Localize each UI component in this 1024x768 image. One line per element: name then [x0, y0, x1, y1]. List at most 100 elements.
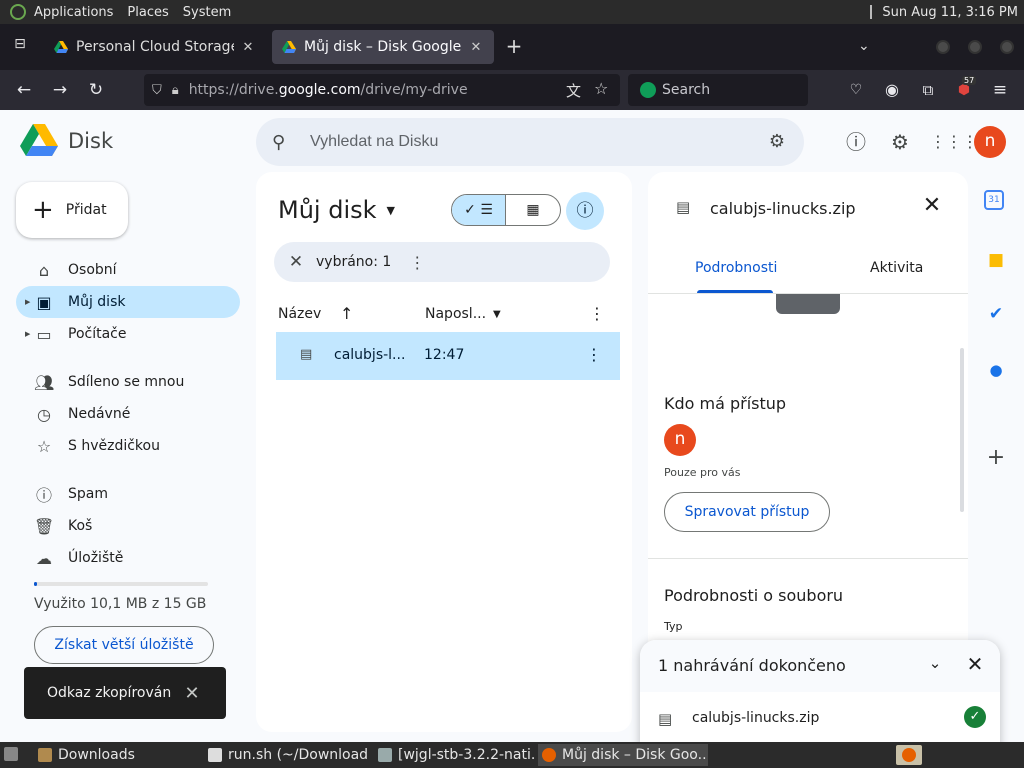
firefox-icon: [542, 748, 556, 762]
show-desktop-icon[interactable]: [4, 747, 18, 761]
sort-arrow-up-icon[interactable]: ↑: [340, 304, 353, 323]
get-more-storage-button[interactable]: Získat větší úložiště: [34, 626, 214, 664]
taskbar-item-run-sh[interactable]: run.sh (~/Download...: [204, 744, 368, 766]
details-info-button[interactable]: ⓘ: [566, 192, 604, 230]
details-file-name: calubjs-linucks.zip: [710, 199, 856, 218]
clock[interactable]: Sun Aug 11, 3:16 PM: [882, 5, 1018, 20]
keep-icon[interactable]: ■: [984, 248, 1008, 272]
tab-list-icon[interactable]: ⊟: [8, 36, 32, 58]
uploaded-file-name[interactable]: calubjs-linucks.zip: [692, 710, 819, 726]
tab-details[interactable]: Podrobnosti: [695, 260, 777, 276]
reload-icon[interactable]: ↻: [84, 78, 108, 102]
tasks-icon[interactable]: ✔: [984, 302, 1008, 326]
lock-icon[interactable]: 🔒︎: [172, 83, 179, 98]
tab-activity[interactable]: Aktivita: [870, 260, 923, 276]
drive-search-input[interactable]: [310, 133, 730, 151]
forward-arrow-icon[interactable]: →: [48, 78, 72, 102]
back-arrow-icon[interactable]: ←: [12, 78, 36, 102]
close-window-icon[interactable]: [1000, 40, 1014, 54]
drive-search-box[interactable]: ⚲ ⚙: [256, 118, 804, 166]
system-logo-icon[interactable]: [10, 4, 26, 20]
url-text[interactable]: https://drive.google.com/drive/my-drive: [189, 82, 468, 98]
expand-caret-icon[interactable]: ▶: [25, 298, 30, 306]
grid-view-button[interactable]: ▦: [506, 195, 560, 225]
add-addon-plus-icon[interactable]: +: [984, 446, 1008, 470]
taskbar-item-label: run.sh (~/Download...: [228, 747, 368, 763]
panel-scrollbar[interactable]: [960, 348, 964, 512]
bookmark-star-icon[interactable]: ☆: [594, 79, 608, 98]
sidebar-item-spam[interactable]: ⓘ Spam: [16, 478, 240, 510]
sidebar-item-recent[interactable]: ◷ Nedávné: [16, 398, 240, 430]
collapse-chevron-icon[interactable]: ⌄: [924, 654, 946, 672]
column-options-icon[interactable]: ⋮: [589, 304, 605, 323]
taskbar-item-firefox-drive[interactable]: Můj disk – Disk Goo...: [538, 744, 708, 766]
sidebar-item-starred[interactable]: ☆ S hvězdičkou: [16, 430, 240, 462]
people-icon: 👥︎: [34, 372, 55, 392]
column-modified-header[interactable]: Naposl...: [425, 306, 486, 322]
column-dropdown-caret-icon[interactable]: ▼: [493, 309, 501, 320]
logo-text: Disk: [68, 129, 114, 153]
page-title[interactable]: Můj disk ▼: [278, 196, 395, 224]
sidebar-item-label: Spam: [68, 486, 108, 502]
drive-favicon-icon: [54, 41, 68, 53]
expand-caret-icon[interactable]: ▶: [25, 330, 30, 338]
shield-icon[interactable]: ⛉: [152, 83, 162, 98]
pocket-icon[interactable]: ♡: [844, 78, 868, 102]
list-view-button[interactable]: ✓ ☰: [452, 195, 507, 225]
account-avatar[interactable]: n: [974, 126, 1006, 158]
hamburger-menu-icon[interactable]: ≡: [988, 78, 1012, 102]
search-options-icon[interactable]: ⚙: [766, 131, 788, 153]
tab-personal-cloud[interactable]: Personal Cloud Storage & Fi ✕: [44, 30, 266, 64]
text-editor-icon: [208, 748, 222, 762]
sidebar-item-home[interactable]: ⌂ Osobní: [16, 254, 240, 286]
tab-close-icon[interactable]: ✕: [240, 40, 256, 55]
maximize-window-icon[interactable]: [968, 40, 982, 54]
sidebar-item-trash[interactable]: 🗑︎ Koš: [16, 510, 240, 542]
drive-logo[interactable]: Disk: [20, 124, 113, 158]
tab-close-icon[interactable]: ✕: [468, 40, 484, 55]
settings-gear-icon[interactable]: ⚙: [888, 130, 912, 154]
column-name-header[interactable]: Název: [278, 306, 321, 322]
minimize-window-icon[interactable]: [936, 40, 950, 54]
page-title-text: Můj disk: [278, 196, 377, 224]
tabs-dropdown-chevron-icon[interactable]: ⌄: [858, 38, 870, 54]
account-icon[interactable]: ◉: [880, 78, 904, 102]
sidebar-item-shared-with-me[interactable]: 👥︎ Sdíleno se mnou: [16, 366, 240, 398]
new-tab-plus-icon[interactable]: +: [502, 36, 526, 56]
close-details-icon[interactable]: ✕: [920, 194, 944, 218]
manage-access-button[interactable]: Spravovat přístup: [664, 492, 830, 532]
sidebar-item-my-drive[interactable]: ▶ ▣ Můj disk: [16, 286, 240, 318]
tab-my-drive[interactable]: Můj disk – Disk Google ✕: [272, 30, 494, 64]
workspace-switcher[interactable]: [896, 745, 922, 765]
taskbar-item-lwjgl[interactable]: [wjgl-stb-3.2.2-nati...: [374, 744, 536, 766]
menu-applications[interactable]: Applications: [34, 5, 113, 20]
sidebar-item-computers[interactable]: ▶ ▭ Počítače: [16, 318, 240, 350]
selection-count: vybráno: 1: [316, 254, 392, 270]
extension-badge: 57: [962, 76, 977, 85]
sidebar-item-label: Koš: [68, 518, 93, 534]
new-button[interactable]: + Přidat: [16, 182, 128, 238]
address-bar[interactable]: ⛉ 🔒︎ https://drive.google.com/drive/my-d…: [144, 74, 620, 106]
upload-status-card: 1 nahrávání dokončeno ⌄ ✕ ▤ calubjs-linu…: [640, 640, 1000, 742]
spam-icon: ⓘ: [35, 486, 52, 505]
contacts-icon[interactable]: ●: [984, 358, 1008, 382]
clear-selection-icon[interactable]: ✕: [286, 252, 306, 272]
table-row[interactable]: ▤ calubjs-l... 12:47 ⋮: [276, 332, 620, 380]
sidebar-item-storage[interactable]: ☁ Úložiště: [16, 542, 240, 574]
browser-search-box[interactable]: Search: [628, 74, 808, 106]
taskbar-item-downloads[interactable]: Downloads: [34, 744, 198, 766]
close-upload-icon[interactable]: ✕: [964, 652, 986, 676]
apps-grid-icon[interactable]: ⋮⋮⋮: [930, 130, 978, 154]
file-modified: 12:47: [424, 347, 465, 363]
calendar-icon[interactable]: 31: [984, 190, 1004, 210]
menu-places[interactable]: Places: [127, 5, 168, 20]
search-icon[interactable]: ⚲: [272, 132, 294, 153]
more-actions-icon[interactable]: ⋮: [409, 253, 425, 272]
extensions-icon[interactable]: ⧉: [916, 78, 940, 102]
menu-system[interactable]: System: [183, 5, 231, 20]
snackbar-close-icon[interactable]: ✕: [182, 683, 202, 704]
row-more-actions-icon[interactable]: ⋮: [586, 345, 602, 364]
help-icon[interactable]: ⓘ: [844, 130, 868, 154]
cloud-icon: ☁: [36, 548, 52, 568]
translate-icon[interactable]: 文: [566, 80, 581, 101]
